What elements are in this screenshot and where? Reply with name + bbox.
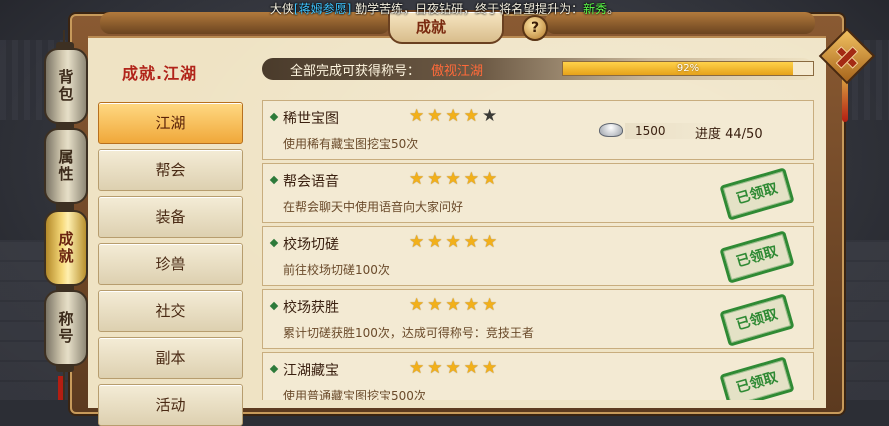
star-filled-icon: ★ <box>463 232 479 252</box>
star-filled-icon: ★ <box>445 358 461 378</box>
diamond-bullet-icon <box>269 238 279 248</box>
claimed-stamp: 已领取 <box>719 167 795 221</box>
category-tab-label: 珍兽 <box>155 255 186 273</box>
achievement-name: 校场切磋 <box>283 237 339 253</box>
announcement-hero-name[interactable]: [蒋姆参愿] <box>294 2 351 16</box>
category-tab-label: 活动 <box>155 396 186 414</box>
side-tab-lantern[interactable]: 属性 <box>44 122 88 210</box>
side-tab-lantern[interactable]: 背包 <box>44 42 88 130</box>
star-filled-icon: ★ <box>445 169 461 189</box>
star-filled-icon: ★ <box>445 106 461 126</box>
achievement-description: 前往校场切磋100次 <box>283 263 390 277</box>
side-tab-label: 背包 <box>56 69 75 103</box>
achievement-stars: ★ ★ ★ ★ ★ <box>409 296 497 314</box>
achievement-row[interactable]: 校场获胜 累计切磋获胜100次，达成可得称号：竞技王者 ★ ★ ★ ★ ★ 已领取 <box>262 289 814 349</box>
star-filled-icon: ★ <box>409 232 425 252</box>
achievement-list[interactable]: 稀世宝图 使用稀有藏宝图挖宝50次 ★ ★ ★ ★ ★ 1500 进度 44/50 帮会语音 在帮会… <box>262 100 814 400</box>
claimed-stamp: 已领取 <box>719 356 795 400</box>
star-filled-icon: ★ <box>409 169 425 189</box>
star-filled-icon: ★ <box>463 358 479 378</box>
star-filled-icon: ★ <box>409 358 425 378</box>
achievement-stars: ★ ★ ★ ★ ★ <box>409 359 497 377</box>
star-filled-icon: ★ <box>482 295 498 315</box>
star-filled-icon: ★ <box>427 295 443 315</box>
category-tab[interactable]: 副本 <box>98 337 243 379</box>
category-tab-label: 江湖 <box>155 114 186 132</box>
star-filled-icon: ★ <box>427 169 443 189</box>
announcement-new-rank: 新秀 <box>583 2 608 16</box>
achievement-description: 使用普通藏宝图挖宝500次 <box>283 389 426 400</box>
achievement-row[interactable]: 帮会语音 在帮会聊天中使用语音向大家问好 ★ ★ ★ ★ ★ 已领取 <box>262 163 814 223</box>
achievement-description: 在帮会聊天中使用语音向大家问好 <box>283 200 464 214</box>
side-tab-lantern[interactable]: 称号 <box>44 284 88 372</box>
window-title: 成就 <box>415 18 446 36</box>
announcement-prefix: 大侠 <box>269 2 294 16</box>
achievement-stars: ★ ★ ★ ★ ★ <box>409 107 497 125</box>
diamond-bullet-icon <box>269 364 279 374</box>
achievement-name: 稀世宝图 <box>283 111 339 127</box>
achievement-row[interactable]: 江湖藏宝 使用普通藏宝图挖宝500次 ★ ★ ★ ★ ★ 已领取 <box>262 352 814 400</box>
help-icon[interactable]: ? <box>522 15 548 41</box>
star-filled-icon: ★ <box>482 232 498 252</box>
side-tab-label: 称号 <box>56 311 75 345</box>
total-progress-text: 92% <box>676 63 700 74</box>
achievement-name: 校场获胜 <box>283 300 339 316</box>
category-tab[interactable]: 活动 <box>98 384 243 426</box>
announcement-message: 勤学苦练，日夜钻研，终于将名望提升为： <box>351 2 584 16</box>
achievement-progress: 进度 44/50 <box>695 127 763 142</box>
category-tab[interactable]: 帮会 <box>98 149 243 191</box>
star-empty-icon: ★ <box>482 106 498 126</box>
achievement-description: 使用稀有藏宝图挖宝50次 <box>283 137 419 151</box>
category-tab[interactable]: 装备 <box>98 196 243 238</box>
achievement-row[interactable]: 校场切磋 前往校场切磋100次 ★ ★ ★ ★ ★ 已领取 <box>262 226 814 286</box>
side-tab-label: 属性 <box>56 149 75 183</box>
category-tab[interactable]: 珍兽 <box>98 243 243 285</box>
category-tab-label: 装备 <box>155 208 186 226</box>
star-filled-icon: ★ <box>427 358 443 378</box>
diamond-bullet-icon <box>269 301 279 311</box>
star-filled-icon: ★ <box>445 232 461 252</box>
category-tab-label: 社交 <box>155 302 186 320</box>
star-filled-icon: ★ <box>445 295 461 315</box>
announcement-suffix: 。 <box>607 2 620 16</box>
star-filled-icon: ★ <box>409 295 425 315</box>
section-title: 成就.江湖 <box>122 64 198 83</box>
diamond-bullet-icon <box>269 175 279 185</box>
side-tab-label: 成就 <box>56 231 75 265</box>
total-progress-bar: 92% <box>562 61 814 76</box>
system-announcement: 大侠[蒋姆参愿] 勤学苦练，日夜钻研，终于将名望提升为：新秀。 <box>0 0 889 18</box>
silver-ingot-icon <box>599 123 623 137</box>
achievement-description: 累计切磋获胜100次，达成可得称号：竞技王者 <box>283 326 534 340</box>
close-tassel <box>842 78 848 122</box>
reward-title-name: 傲视江湖 <box>431 64 484 79</box>
star-filled-icon: ★ <box>463 169 479 189</box>
category-tab-label: 副本 <box>155 349 186 367</box>
claimed-stamp: 已领取 <box>719 293 795 347</box>
achievement-name: 帮会语音 <box>283 174 339 190</box>
achievement-name: 江湖藏宝 <box>283 363 339 379</box>
category-tab[interactable]: 社交 <box>98 290 243 332</box>
side-tab-lantern[interactable]: 成就 <box>44 204 88 292</box>
category-tab-label: 帮会 <box>155 161 186 179</box>
star-filled-icon: ★ <box>463 295 479 315</box>
achievement-stars: ★ ★ ★ ★ ★ <box>409 170 497 188</box>
star-filled-icon: ★ <box>427 106 443 126</box>
star-filled-icon: ★ <box>427 232 443 252</box>
star-filled-icon: ★ <box>482 358 498 378</box>
claimed-stamp: 已领取 <box>719 230 795 284</box>
achievement-stars: ★ ★ ★ ★ ★ <box>409 233 497 251</box>
category-tab[interactable]: 江湖 <box>98 102 243 144</box>
achievement-row[interactable]: 稀世宝图 使用稀有藏宝图挖宝50次 ★ ★ ★ ★ ★ 1500 进度 44/50 <box>262 100 814 160</box>
star-filled-icon: ★ <box>482 169 498 189</box>
star-filled-icon: ★ <box>463 106 479 126</box>
star-filled-icon: ★ <box>409 106 425 126</box>
reward-label: 全部完成可获得称号： <box>290 64 421 79</box>
diamond-bullet-icon <box>269 112 279 122</box>
